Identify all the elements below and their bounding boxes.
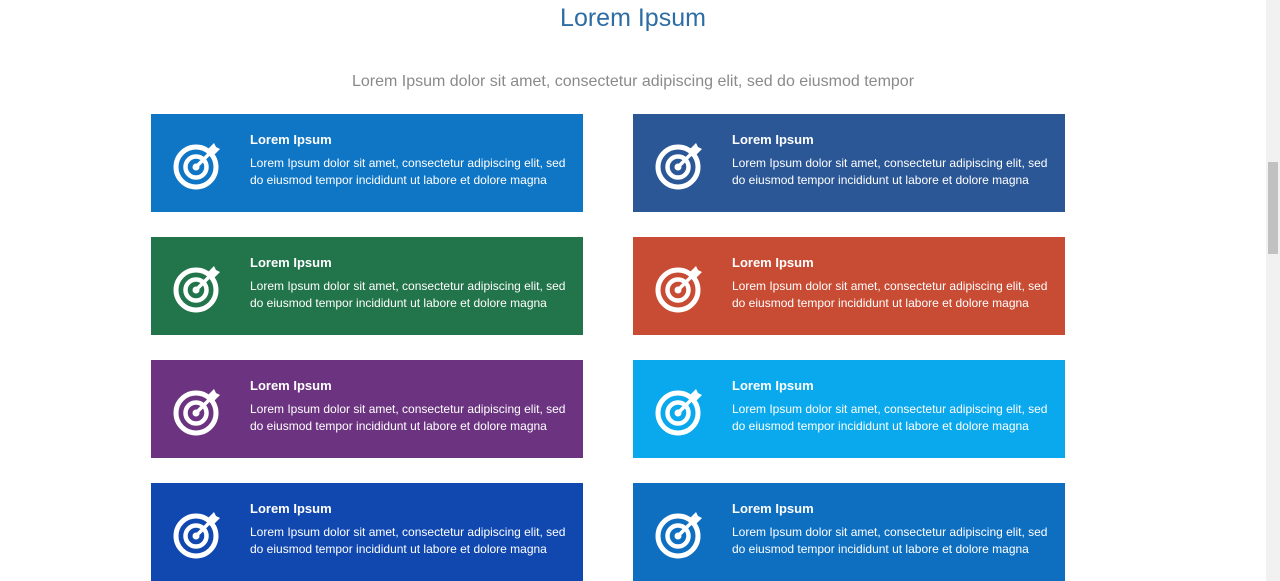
- feature-card[interactable]: Lorem Ipsum Lorem Ipsum dolor sit amet, …: [151, 360, 583, 458]
- target-arrow-icon: [173, 512, 220, 559]
- target-arrow-icon: [173, 143, 220, 190]
- card-description: Lorem Ipsum dolor sit amet, consectetur …: [732, 402, 1048, 433]
- card-title: Lorem Ipsum: [732, 255, 814, 270]
- feature-card[interactable]: Lorem Ipsum Lorem Ipsum dolor sit amet, …: [633, 483, 1065, 581]
- target-arrow-icon: [173, 389, 220, 436]
- vertical-scrollbar[interactable]: [1266, 0, 1280, 581]
- feature-card[interactable]: Lorem Ipsum Lorem Ipsum dolor sit amet, …: [151, 237, 583, 335]
- card-description: Lorem Ipsum dolor sit amet, consectetur …: [732, 525, 1048, 556]
- card-description: Lorem Ipsum dolor sit amet, consectetur …: [732, 279, 1048, 310]
- feature-card[interactable]: Lorem Ipsum Lorem Ipsum dolor sit amet, …: [151, 114, 583, 212]
- card-title: Lorem Ipsum: [250, 255, 332, 270]
- card-description: Lorem Ipsum dolor sit amet, consectetur …: [732, 156, 1048, 187]
- target-arrow-icon: [655, 512, 702, 559]
- card-title: Lorem Ipsum: [250, 132, 332, 147]
- feature-card[interactable]: Lorem Ipsum Lorem Ipsum dolor sit amet, …: [151, 483, 583, 581]
- card-description: Lorem Ipsum dolor sit amet, consectetur …: [250, 402, 566, 433]
- feature-card[interactable]: Lorem Ipsum Lorem Ipsum dolor sit amet, …: [633, 114, 1065, 212]
- page-subtitle: Lorem Ipsum dolor sit amet, consectetur …: [351, 73, 915, 90]
- card-title: Lorem Ipsum: [250, 501, 332, 516]
- feature-card[interactable]: Lorem Ipsum Lorem Ipsum dolor sit amet, …: [633, 237, 1065, 335]
- feature-card[interactable]: Lorem Ipsum Lorem Ipsum dolor sit amet, …: [633, 360, 1065, 458]
- target-arrow-icon: [173, 266, 220, 313]
- card-title: Lorem Ipsum: [732, 132, 814, 147]
- card-title: Lorem Ipsum: [732, 378, 814, 393]
- target-arrow-icon: [655, 143, 702, 190]
- card-title: Lorem Ipsum: [732, 501, 814, 516]
- card-description: Lorem Ipsum dolor sit amet, consectetur …: [250, 279, 566, 310]
- target-arrow-icon: [655, 389, 702, 436]
- page-title: Lorem Ipsum: [560, 4, 706, 32]
- card-description: Lorem Ipsum dolor sit amet, consectetur …: [250, 156, 566, 187]
- card-title: Lorem Ipsum: [250, 378, 332, 393]
- card-description: Lorem Ipsum dolor sit amet, consectetur …: [250, 525, 566, 556]
- scrollbar-thumb[interactable]: [1268, 162, 1278, 254]
- target-arrow-icon: [655, 266, 702, 313]
